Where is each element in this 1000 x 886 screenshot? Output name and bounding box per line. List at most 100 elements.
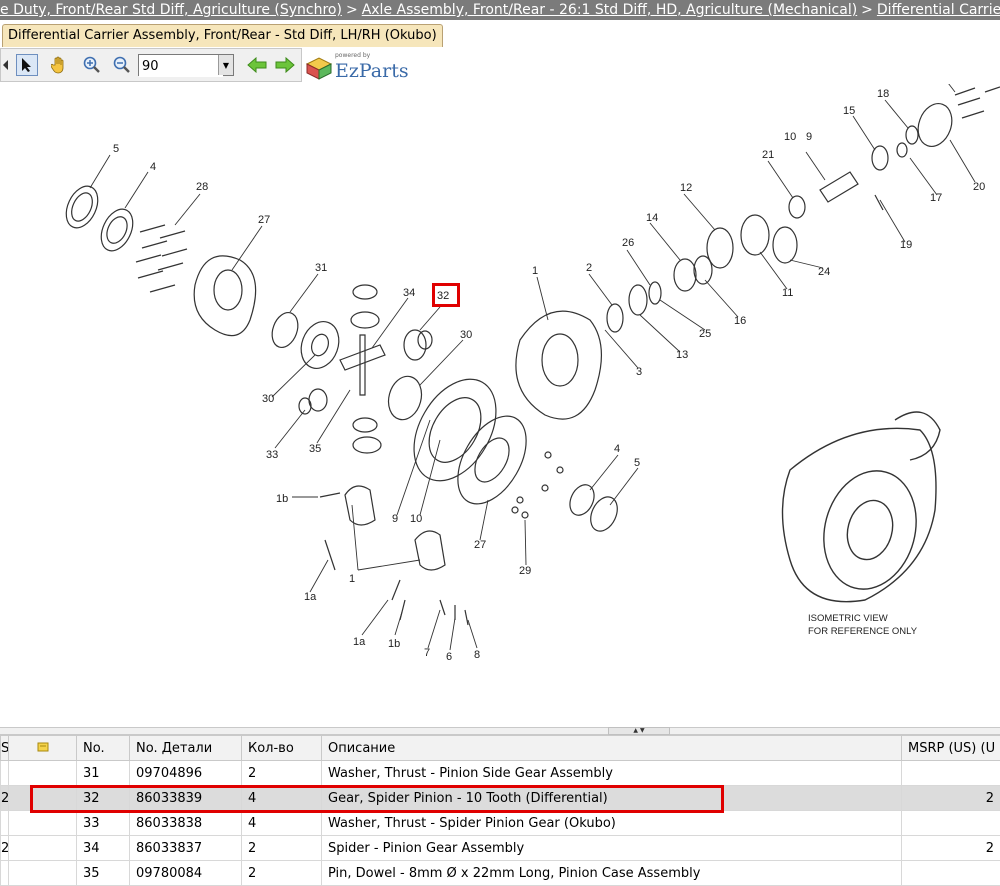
column-header-no[interactable]: No. bbox=[77, 736, 130, 761]
part-9-pinion-shaft bbox=[820, 172, 858, 202]
row-note bbox=[9, 761, 77, 786]
row-msrp bbox=[902, 811, 1000, 836]
table-row[interactable]: 2 34 86033837 2 Spider - Pinion Gear Ass… bbox=[1, 836, 1000, 861]
table-row[interactable]: 35 09780084 2 Pin, Dowel - 8mm Ø x 22mm … bbox=[1, 861, 1000, 886]
zoom-out-icon[interactable] bbox=[111, 54, 133, 76]
callout-33: 33 bbox=[266, 449, 278, 461]
callout-9: 9 bbox=[806, 131, 812, 143]
column-header-msrp[interactable]: MSRP (US) (U bbox=[902, 736, 1000, 761]
part-13-bearing bbox=[629, 285, 647, 315]
tab-strip: Differential Carrier Assembly, Front/Rea… bbox=[0, 20, 1000, 48]
part-20-yoke bbox=[912, 99, 957, 151]
part-24-oring bbox=[773, 227, 797, 263]
row-part-no: 86033837 bbox=[130, 836, 242, 861]
part-34-spider bbox=[340, 345, 385, 370]
row-part-no: 09704896 bbox=[130, 761, 242, 786]
exploded-parts-diagram[interactable]: 5 4 28 27 31 34 32 30 1 2 26 14 12 10 9 … bbox=[0, 84, 1000, 724]
column-header-note[interactable] bbox=[9, 736, 77, 761]
hand-pan-icon[interactable] bbox=[48, 54, 70, 76]
part-27-case-half bbox=[194, 256, 255, 336]
isometric-reference-view bbox=[783, 412, 941, 602]
breadcrumb-link-differential-carrier[interactable]: Differential Carrier Assem bbox=[877, 2, 1000, 18]
callout-15: 15 bbox=[843, 105, 855, 117]
zoom-level-select[interactable]: ▼ bbox=[138, 54, 234, 76]
part-18-seal bbox=[906, 126, 918, 144]
tab-differential-carrier[interactable]: Differential Carrier Assembly, Front/Rea… bbox=[2, 24, 443, 47]
table-row[interactable]: 31 09704896 2 Washer, Thrust - Pinion Si… bbox=[1, 761, 1000, 786]
callout-20: 20 bbox=[973, 181, 985, 193]
column-header-part-no[interactable]: No. Детали bbox=[130, 736, 242, 761]
part-33-washer bbox=[309, 389, 327, 411]
arrow-forward-icon[interactable] bbox=[274, 54, 296, 76]
breadcrumb-link-synchro[interactable]: e Duty, Front/Rear Std Diff, Agriculture… bbox=[0, 2, 342, 18]
row-flag: 2 bbox=[1, 836, 9, 861]
callout-6: 6 bbox=[446, 651, 452, 663]
part-14-seal bbox=[674, 259, 696, 291]
row-msrp: 2 bbox=[902, 786, 1000, 811]
viewer-toolbar: ▼ bbox=[0, 48, 302, 82]
row-description: Pin, Dowel - 8mm Ø x 22mm Long, Pinion C… bbox=[322, 861, 902, 886]
row-flag: 2 bbox=[1, 786, 9, 811]
part-1a-bolt bbox=[325, 540, 335, 570]
breadcrumb-separator: > bbox=[342, 2, 362, 18]
table-row-selected[interactable]: 2 32 86033839 4 Gear, Spider Pinion - 10… bbox=[1, 786, 1000, 811]
scroll-left-icon[interactable] bbox=[1, 54, 11, 76]
row-no: 31 bbox=[77, 761, 130, 786]
callout-30: 30 bbox=[460, 329, 472, 341]
zoom-in-icon[interactable] bbox=[81, 54, 103, 76]
part-1a-bolt-lower bbox=[392, 580, 400, 600]
breadcrumb-link-axle-assembly[interactable]: Axle Assembly, Front/Rear - 26:1 Std Dif… bbox=[362, 2, 857, 18]
callout-11: 11 bbox=[782, 287, 793, 299]
table-row[interactable]: 33 86033838 4 Washer, Thrust - Spider Pi… bbox=[1, 811, 1000, 836]
part-29-bolts bbox=[512, 452, 563, 518]
row-note bbox=[9, 811, 77, 836]
splitter-grip-icon[interactable]: ▲ ▼ bbox=[608, 727, 670, 735]
row-no: 32 bbox=[77, 786, 130, 811]
callout-16: 16 bbox=[734, 315, 746, 327]
row-qty: 2 bbox=[242, 861, 322, 886]
parts-box-icon bbox=[305, 54, 333, 80]
row-part-no: 86033838 bbox=[130, 811, 242, 836]
isometric-note-line2: FOR REFERENCE ONLY bbox=[808, 626, 918, 637]
column-header-flag[interactable]: S bbox=[1, 736, 9, 761]
row-no: 34 bbox=[77, 836, 130, 861]
breadcrumb-separator: > bbox=[857, 2, 877, 18]
chevron-down-icon[interactable]: ▼ bbox=[218, 55, 233, 75]
part-23-bolts bbox=[955, 87, 1000, 118]
part-7-clip bbox=[440, 600, 445, 615]
part-4-cup-right bbox=[565, 481, 598, 519]
row-msrp bbox=[902, 761, 1000, 786]
column-header-description[interactable]: Описание bbox=[322, 736, 902, 761]
part-5-bearing-right bbox=[586, 493, 623, 536]
row-description: Gear, Spider Pinion - 10 Tooth (Differen… bbox=[322, 786, 902, 811]
callout-17: 17 bbox=[930, 192, 942, 204]
brand-name: EzParts bbox=[335, 60, 409, 82]
row-part-no: 86033839 bbox=[130, 786, 242, 811]
callout-4: 4 bbox=[150, 161, 156, 173]
callout-7: 7 bbox=[424, 647, 430, 659]
row-qty: 2 bbox=[242, 761, 322, 786]
row-no: 35 bbox=[77, 861, 130, 886]
row-note bbox=[9, 861, 77, 886]
callout-4-right: 4 bbox=[614, 443, 620, 455]
row-qty: 4 bbox=[242, 786, 322, 811]
callout-9-lower: 9 bbox=[392, 513, 398, 525]
zoom-level-input[interactable] bbox=[139, 57, 223, 77]
callout-3: 3 bbox=[636, 366, 642, 378]
row-note bbox=[9, 836, 77, 861]
callout-19: 19 bbox=[900, 239, 912, 251]
pane-splitter[interactable]: ▲ ▼ bbox=[0, 727, 1000, 735]
breadcrumb: e Duty, Front/Rear Std Diff, Agriculture… bbox=[0, 0, 1000, 20]
column-header-qty[interactable]: Кол-во bbox=[242, 736, 322, 761]
row-note bbox=[9, 786, 77, 811]
part-2-bearing bbox=[607, 304, 623, 332]
callout-5: 5 bbox=[113, 143, 119, 155]
callout-26: 26 bbox=[622, 237, 634, 249]
arrow-back-icon[interactable] bbox=[246, 54, 268, 76]
callout-1a: 1a bbox=[304, 591, 317, 603]
part-32-pinion-top bbox=[353, 285, 377, 299]
pointer-icon[interactable] bbox=[16, 54, 38, 76]
callout-5-right: 5 bbox=[634, 457, 640, 469]
callout-8: 8 bbox=[474, 649, 480, 661]
part-21-ring bbox=[789, 196, 805, 218]
